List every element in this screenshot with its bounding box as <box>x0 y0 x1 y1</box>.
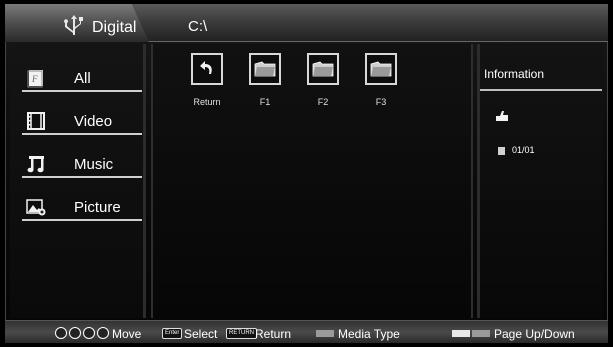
sidebar-item-all[interactable]: F All <box>22 60 142 96</box>
enter-key-icon: Enter <box>162 328 183 339</box>
color-key-icon <box>472 330 490 337</box>
sidebar-item-label: Music <box>74 156 114 173</box>
return-hint: Return <box>255 327 292 341</box>
picture-icon <box>26 199 46 216</box>
pointer-hand-icon <box>496 111 508 121</box>
source-label: Digital <box>92 19 137 36</box>
file-thumbnail <box>365 53 397 85</box>
sidebar-item-music[interactable]: Music <box>22 146 142 182</box>
move-hint: Move <box>112 327 142 341</box>
page-icon <box>498 147 505 155</box>
film-icon <box>27 112 45 130</box>
information-panel <box>477 44 603 318</box>
file-item-f3[interactable]: F3 <box>359 53 403 107</box>
svg-text:F: F <box>31 74 38 84</box>
divider <box>480 89 602 91</box>
file-label: Return <box>193 97 221 107</box>
divider <box>22 219 142 221</box>
return-arrow-icon <box>200 61 212 74</box>
file-label: F2 <box>317 97 329 107</box>
folder-icon <box>254 61 276 77</box>
arrow-left-icon <box>83 327 95 339</box>
folder-icon <box>312 61 334 77</box>
divider <box>22 133 142 135</box>
file-item-f1[interactable]: F1 <box>243 53 287 107</box>
arrow-down-icon <box>69 327 81 339</box>
all-files-icon: F <box>27 70 43 88</box>
file-label: F1 <box>259 97 271 107</box>
select-hint: Select <box>184 327 218 341</box>
color-key-icon <box>316 330 334 337</box>
arrow-right-icon <box>97 327 109 339</box>
page-up-down-hint: Page Up/Down <box>494 327 575 341</box>
media-type-hint: Media Type <box>338 327 400 341</box>
sidebar-item-label: Picture <box>74 199 121 216</box>
file-label: F3 <box>375 97 387 107</box>
usb-icon <box>64 15 83 35</box>
sidebar-item-label: Video <box>74 113 113 130</box>
sidebar-item-label: All <box>74 70 91 87</box>
folder-icon <box>370 61 392 77</box>
sidebar-item-video[interactable]: Video <box>22 103 142 139</box>
music-note-icon <box>27 156 44 173</box>
page-counter: 01/01 <box>512 145 535 155</box>
divider <box>22 176 142 178</box>
information-title: Information <box>484 67 545 81</box>
current-path: C:\ <box>188 18 208 35</box>
file-thumbnail <box>191 53 223 85</box>
sidebar-item-picture[interactable]: Picture <box>22 189 142 225</box>
file-item-f2[interactable]: F2 <box>301 53 345 107</box>
color-key-icon <box>452 330 470 337</box>
arrow-up-icon <box>55 327 67 339</box>
divider <box>22 90 142 92</box>
file-thumbnail <box>249 53 281 85</box>
file-item-return[interactable]: Return <box>185 53 229 107</box>
return-key-icon: RETURN <box>226 328 257 339</box>
file-thumbnail <box>307 53 339 85</box>
